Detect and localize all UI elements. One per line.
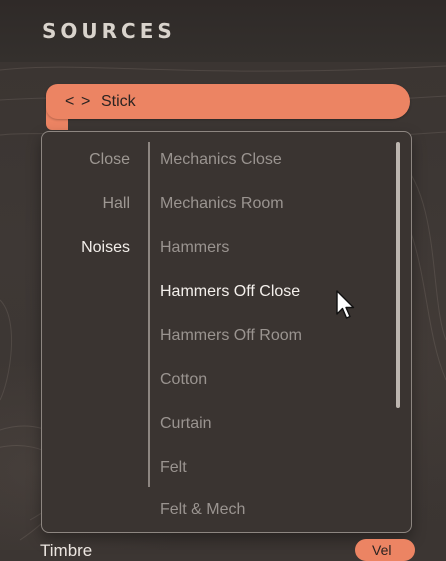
source-dropdown-menu: Close Hall Noises Mechanics Close Mechan…: [41, 131, 412, 533]
timbre-label: Timbre: [40, 541, 93, 560]
source-item-felt[interactable]: Felt: [160, 459, 187, 477]
source-item-hammers[interactable]: Hammers: [160, 239, 229, 257]
scrollbar-thumb[interactable]: [396, 142, 400, 408]
section-title: SOURCES: [42, 19, 176, 43]
category-list: Close Hall Noises: [42, 132, 148, 532]
chevron-right-icon[interactable]: >: [81, 84, 90, 119]
source-item-hammers-off-close[interactable]: Hammers Off Close: [160, 283, 300, 301]
category-item-noises[interactable]: Noises: [81, 239, 130, 257]
column-divider: [148, 142, 150, 487]
category-item-hall[interactable]: Hall: [102, 195, 130, 213]
arrow-cursor-icon: [336, 290, 355, 319]
source-item-mechanics-close[interactable]: Mechanics Close: [160, 151, 282, 169]
source-item-cotton[interactable]: Cotton: [160, 371, 207, 389]
source-item-curtain[interactable]: Curtain: [160, 415, 212, 433]
chevron-left-icon[interactable]: <: [65, 84, 74, 119]
category-item-close[interactable]: Close: [89, 151, 130, 169]
selected-source-label: Stick: [101, 93, 136, 110]
source-selector[interactable]: < > Stick: [46, 84, 410, 119]
source-item-mechanics-room[interactable]: Mechanics Room: [160, 195, 284, 213]
source-item-felt-and-mech[interactable]: Felt & Mech: [160, 501, 245, 519]
source-item-hammers-off-room[interactable]: Hammers Off Room: [160, 327, 302, 345]
velocity-badge[interactable]: Vel: [355, 539, 415, 561]
